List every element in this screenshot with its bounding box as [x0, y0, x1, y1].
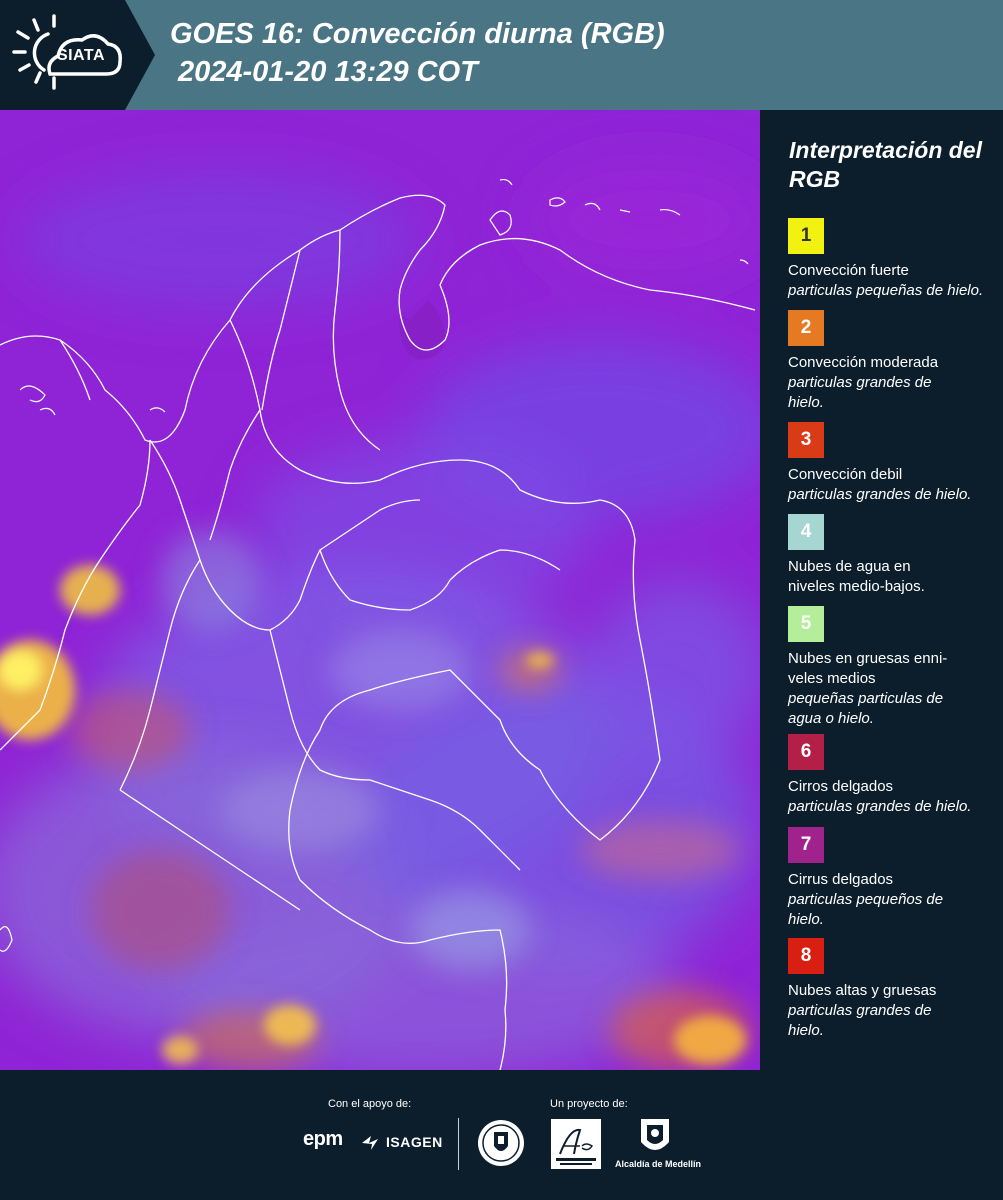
legend-sub-5: pequeñas particulas de agua o hielo. — [788, 690, 944, 727]
satellite-map — [0, 110, 760, 1070]
legend-swatch-6: 6 — [788, 734, 824, 770]
satellite-image — [0, 110, 760, 1070]
legend-label-6: Cirros delgados — [788, 778, 894, 795]
legend-sub-8: particulas grandes de hielo. — [788, 1002, 932, 1039]
legend-sub-7: particulas pequeños de hielo. — [788, 891, 944, 928]
isagen-mark-icon — [362, 1136, 378, 1150]
logo-label: SIATA — [56, 47, 106, 64]
legend-label-2: Convección moderada — [788, 354, 939, 371]
area-metropolitana-logo — [551, 1119, 601, 1169]
isagen-logo: ISAGEN — [386, 1134, 443, 1150]
legend-item-1: 1 Convección fuerte particulas pequeñas … — [788, 218, 993, 301]
legend-item-8: 8 Nubes altas y gruesas particulas grand… — [788, 938, 993, 1041]
footer-divider — [458, 1118, 459, 1170]
legend-item-4: 4 Nubes de agua en niveles medio-bajos. — [788, 514, 993, 597]
legend-swatch-1: 1 — [788, 218, 824, 254]
legend-label-5: Nubes en gruesas enni-veles medios — [788, 650, 948, 687]
page-timestamp: 2024-01-20 13:29 COT — [178, 56, 478, 88]
legend-swatch-8: 8 — [788, 938, 824, 974]
legend-item-7: 7 Cirrus delgados particulas pequeños de… — [788, 827, 993, 930]
legend-label-4: Nubes de agua en niveles medio-bajos. — [788, 558, 925, 595]
legend-sub-1: particulas pequeñas de hielo. — [788, 282, 984, 299]
legend-sub-2: particulas grandes de hielo. — [788, 374, 932, 411]
epm-logo: epm — [303, 1128, 343, 1150]
legend-swatch-7: 7 — [788, 827, 824, 863]
legend-swatch-4: 4 — [788, 514, 824, 550]
legend-label-1: Convección fuerte — [788, 262, 909, 279]
support-label: Con el apoyo de: — [328, 1098, 412, 1110]
legend-panel: Interpretación del RGB 1 Convección fuer… — [776, 110, 1003, 1070]
legend-item-2: 2 Convección moderada particulas grandes… — [788, 310, 993, 413]
legend-title: Interpretación del RGB — [789, 137, 982, 192]
footer-bar: Con el apoyo de: Un proyecto de: epm ISA… — [0, 1070, 1003, 1200]
legend-item-5: 5 Nubes en gruesas enni-veles medios peq… — [788, 606, 993, 729]
legend-sub-3: particulas grandes de hielo. — [788, 486, 972, 503]
page-title: GOES 16: Convección diurna (RGB) — [170, 18, 665, 50]
legend-swatch-3: 3 — [788, 422, 824, 458]
project-label: Un proyecto de: — [550, 1098, 628, 1110]
header-bar: SIATA GOES 16: Convección diurna (RGB) 2… — [0, 0, 1003, 110]
legend-sub-6: particulas grandes de hielo. — [788, 798, 972, 815]
legend-swatch-2: 2 — [788, 310, 824, 346]
legend-label-3: Convección debil — [788, 466, 903, 483]
legend-swatch-5: 5 — [788, 606, 824, 642]
legend-label-7: Cirrus delgados — [788, 871, 894, 888]
legend-item-3: 3 Convección debil particulas grandes de… — [788, 422, 993, 505]
siata-logo: SIATA — [0, 0, 155, 110]
medellin-label: Alcaldía de Medellín — [614, 1159, 702, 1169]
legend-item-6: 6 Cirros delgados particulas grandes de … — [788, 734, 993, 817]
university-seal-icon — [478, 1120, 524, 1166]
medellin-shield-icon — [641, 1119, 669, 1150]
legend-label-8: Nubes altas y gruesas — [788, 982, 937, 999]
